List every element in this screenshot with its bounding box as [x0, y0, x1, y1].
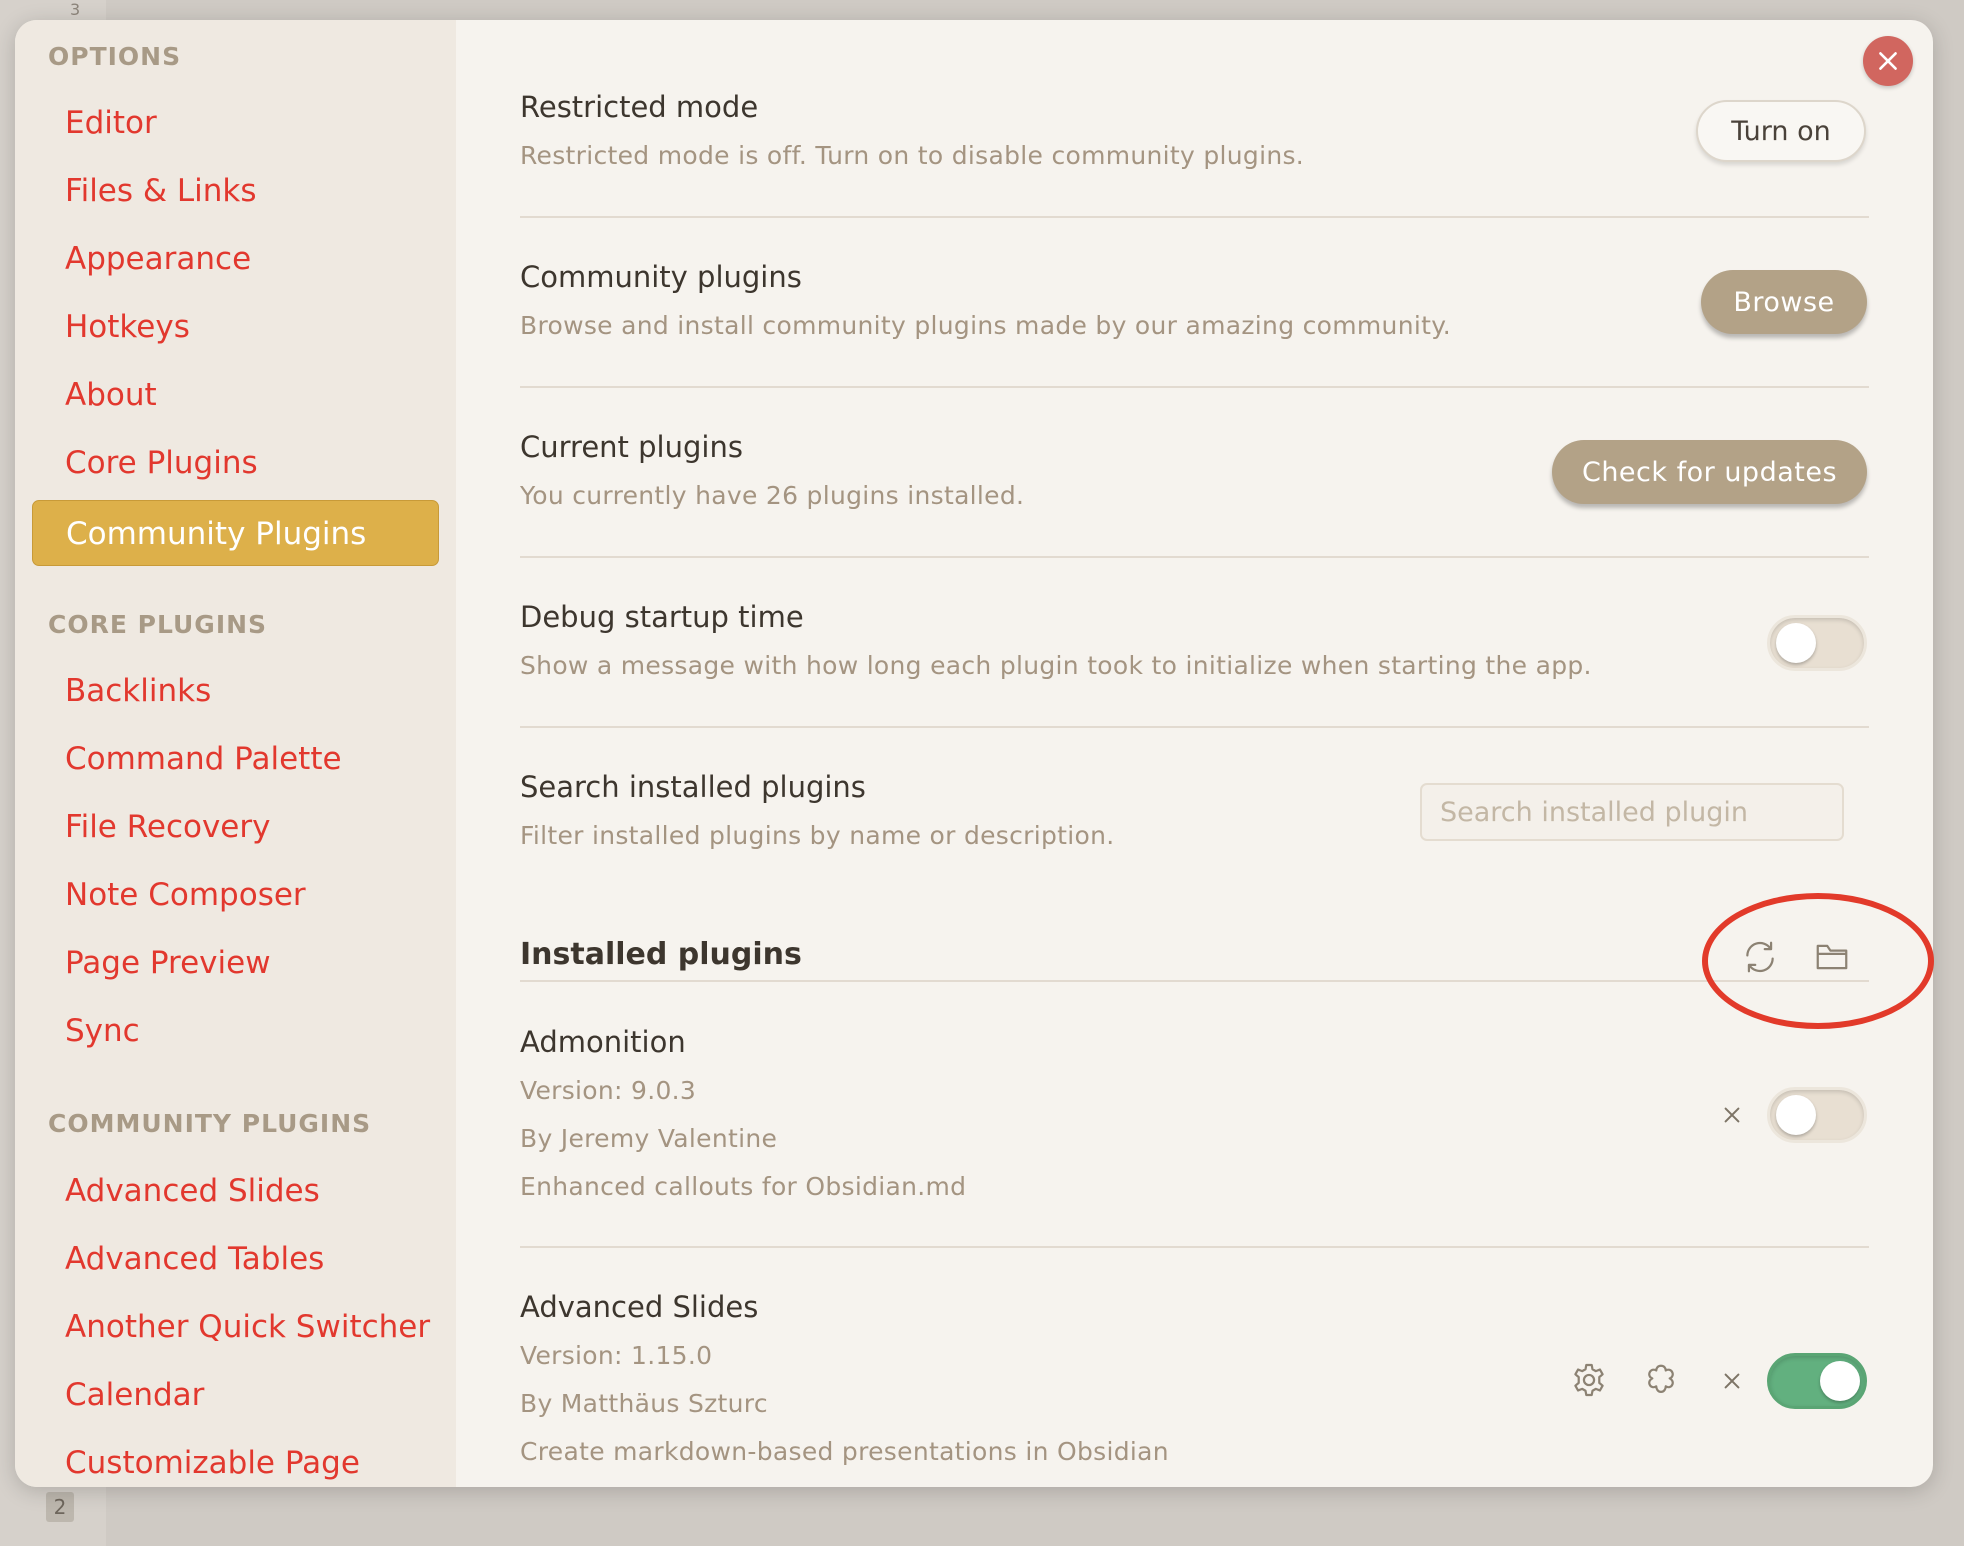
plus-circle-icon: [1648, 1364, 1674, 1393]
page-number-top: 3: [70, 0, 81, 19]
divider: [520, 726, 1869, 728]
sidebar-item-about[interactable]: About: [65, 377, 157, 413]
installed-plugins-heading: Installed plugins: [520, 937, 802, 972]
divider: [520, 980, 1869, 982]
uninstall-button[interactable]: [1712, 1361, 1752, 1401]
plugin-enable-toggle[interactable]: [1767, 1353, 1867, 1409]
sidebar-item-editor[interactable]: Editor: [65, 105, 157, 141]
check-for-updates-button[interactable]: Check for updates: [1552, 440, 1867, 504]
current-plugins-desc: You currently have 26 plugins installed.: [520, 481, 1025, 510]
plugin-enable-toggle[interactable]: [1767, 1087, 1867, 1143]
settings-sidebar: OPTIONS Editor Files & Links Appearance …: [15, 20, 456, 1487]
debug-startup-title: Debug startup time: [520, 600, 804, 634]
community-plugins-desc: Browse and install community plugins mad…: [520, 311, 1451, 340]
divider: [520, 216, 1869, 218]
community-plugins-title: Community plugins: [520, 260, 802, 294]
divider: [520, 556, 1869, 558]
divider: [520, 1246, 1869, 1248]
sidebar-item-files-links[interactable]: Files & Links: [65, 173, 257, 209]
plugin-settings-button[interactable]: [1567, 1358, 1611, 1402]
divider: [520, 386, 1869, 388]
plugin-name: Advanced Slides: [520, 1290, 759, 1324]
sidebar-item-advanced-tables[interactable]: Advanced Tables: [65, 1241, 324, 1277]
sidebar-heading-options: OPTIONS: [48, 42, 182, 71]
sidebar-item-advanced-slides[interactable]: Advanced Slides: [65, 1173, 320, 1209]
debug-startup-toggle[interactable]: [1767, 615, 1867, 671]
settings-modal: OPTIONS Editor Files & Links Appearance …: [15, 20, 1933, 1487]
close-icon: [1724, 1373, 1740, 1389]
sidebar-item-core-plugins[interactable]: Core Plugins: [65, 445, 258, 481]
sidebar-item-page-preview[interactable]: Page Preview: [65, 945, 271, 981]
uninstall-button[interactable]: [1712, 1095, 1752, 1135]
sidebar-item-file-recovery[interactable]: File Recovery: [65, 809, 270, 845]
current-plugins-title: Current plugins: [520, 430, 743, 464]
plugin-name: Admonition: [520, 1025, 686, 1059]
toggle-knob: [1820, 1361, 1860, 1401]
search-plugins-title: Search installed plugins: [520, 770, 866, 804]
close-icon: [1879, 52, 1897, 70]
plugin-description: Create markdown-based presentations in O…: [520, 1437, 1169, 1466]
restricted-mode-desc: Restricted mode is off. Turn on to disab…: [520, 141, 1305, 170]
search-installed-plugins-input[interactable]: [1420, 783, 1844, 841]
plugin-author: By Jeremy Valentine: [520, 1124, 778, 1153]
browse-button[interactable]: Browse: [1701, 270, 1867, 334]
sidebar-item-appearance[interactable]: Appearance: [65, 241, 251, 277]
plugin-description: Enhanced callouts for Obsidian.md: [520, 1172, 967, 1201]
sidebar-heading-core-plugins: CORE PLUGINS: [48, 610, 268, 639]
plugin-author: By Matthäus Szturc: [520, 1389, 768, 1418]
sidebar-item-command-palette[interactable]: Command Palette: [65, 741, 342, 777]
sidebar-item-backlinks[interactable]: Backlinks: [65, 673, 211, 709]
close-button[interactable]: [1863, 36, 1913, 86]
sidebar-heading-community-plugins: COMMUNITY PLUGINS: [48, 1109, 372, 1138]
toggle-knob: [1776, 1095, 1816, 1135]
sidebar-item-note-composer[interactable]: Note Composer: [65, 877, 306, 913]
close-icon: [1724, 1107, 1740, 1123]
plugin-hotkeys-button[interactable]: [1639, 1358, 1683, 1402]
annotation-circle: [1702, 893, 1934, 1029]
sidebar-item-hotkeys[interactable]: Hotkeys: [65, 309, 190, 345]
sidebar-item-sync[interactable]: Sync: [65, 1013, 140, 1049]
search-plugins-desc: Filter installed plugins by name or desc…: [520, 821, 1115, 850]
sidebar-item-customizable-page[interactable]: Customizable Page: [65, 1445, 360, 1481]
restricted-mode-title: Restricted mode: [520, 90, 759, 124]
gear-icon: [1574, 1363, 1604, 1397]
sidebar-item-calendar[interactable]: Calendar: [65, 1377, 204, 1413]
plugin-version: Version: 1.15.0: [520, 1341, 713, 1370]
plugin-version: Version: 9.0.3: [520, 1076, 697, 1105]
sidebar-item-community-plugins[interactable]: Community Plugins: [32, 500, 439, 566]
toggle-knob: [1776, 623, 1816, 663]
sidebar-item-another-quick-switcher[interactable]: Another Quick Switcher: [65, 1309, 430, 1345]
page-number-bottom: 2: [46, 1492, 74, 1522]
turn-on-button[interactable]: Turn on: [1696, 100, 1866, 162]
debug-startup-desc: Show a message with how long each plugin…: [520, 651, 1592, 680]
